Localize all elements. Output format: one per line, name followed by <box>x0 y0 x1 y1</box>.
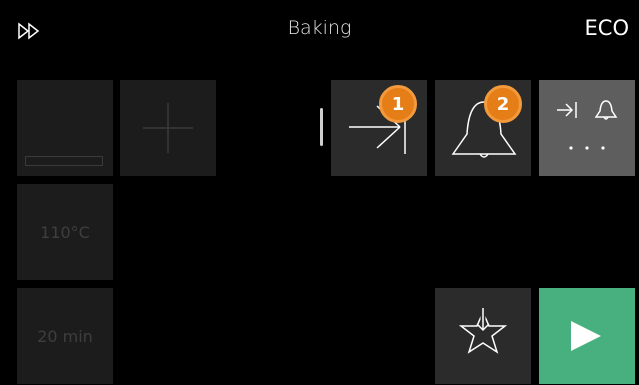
duration-value: 20 min <box>37 327 93 346</box>
page-title: Baking <box>287 17 352 39</box>
temperature-tile[interactable]: 110°C <box>17 184 113 280</box>
scroll-handle[interactable] <box>320 108 323 146</box>
star-download-icon <box>458 308 508 354</box>
temperature-value: 110°C <box>40 223 90 242</box>
more-options-tile[interactable] <box>539 80 635 176</box>
play-icon <box>571 321 601 351</box>
shelf-icon <box>25 156 103 166</box>
start-button[interactable] <box>539 288 635 384</box>
eco-label[interactable]: ECO <box>585 16 629 40</box>
header-bar: Baking ECO <box>0 0 639 62</box>
plus-icon <box>143 103 193 153</box>
badge-1: 1 <box>379 85 417 123</box>
arrow-to-line-icon <box>557 102 577 118</box>
add-step-tile[interactable] <box>120 80 216 176</box>
badge-2: 2 <box>484 85 522 123</box>
more-dots-icon <box>569 146 605 150</box>
duration-tile[interactable]: 20 min <box>17 288 113 384</box>
favourite-tile[interactable] <box>435 288 531 384</box>
shelf-level-tile[interactable] <box>17 80 113 176</box>
bell-icon <box>594 100 618 120</box>
